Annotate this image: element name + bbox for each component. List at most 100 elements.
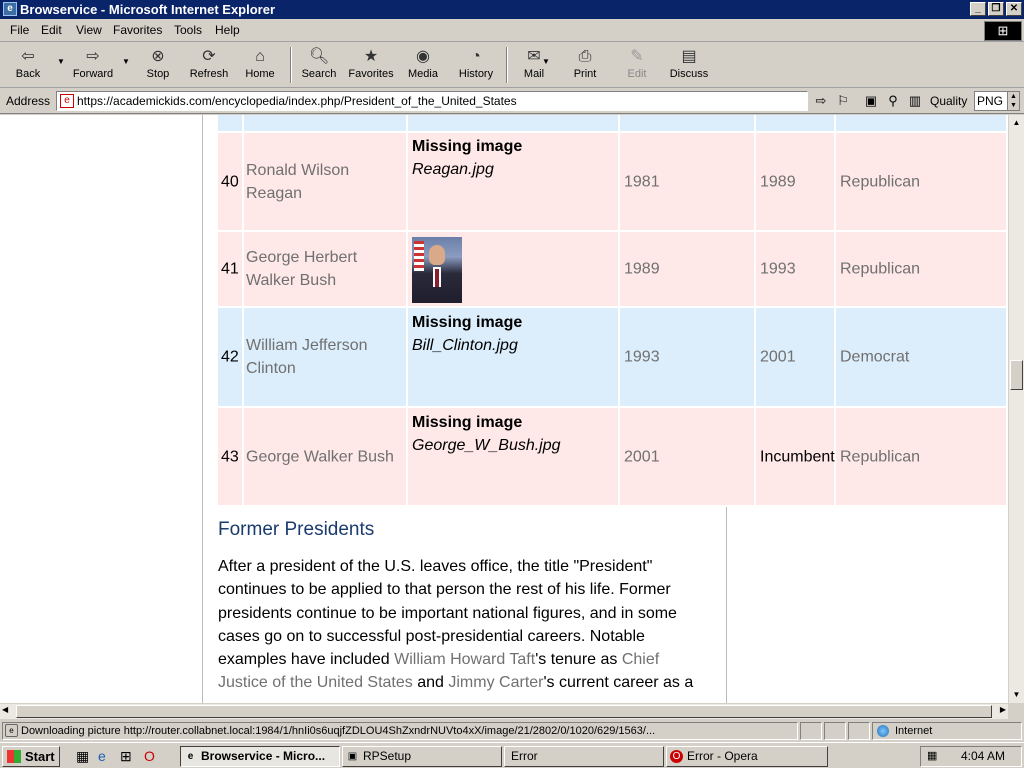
zone-label: Internet [895,725,933,737]
president-name-link[interactable]: George Herbert [246,246,357,269]
start-button[interactable]: Start [2,746,60,767]
section-heading: Former Presidents [218,519,375,540]
clipboard-icon[interactable]: ▥ [906,93,924,109]
president-name-link[interactable]: Clinton [246,357,368,380]
term-end-link[interactable]: 1989 [760,170,796,193]
quality-select[interactable]: PNG ▲ ▼ [974,91,1020,111]
president-name-link[interactable]: Reagan [246,182,349,205]
scroll-left-icon[interactable]: ◀ [2,705,8,714]
president-number: 43 [221,448,239,465]
home-icon: ⌂ [255,48,265,65]
stop-button[interactable]: ⊗ Stop [138,45,178,87]
president-name-link[interactable]: George Walker Bush [246,445,394,468]
status-pane [824,722,846,740]
term-end-link[interactable]: 2001 [760,346,796,369]
party-link[interactable]: Republican [840,258,920,281]
status-bar: e Downloading picture http://router.coll… [0,720,1024,742]
scroll-corner [1008,703,1024,719]
forward-dropdown-icon[interactable]: ▼ [122,57,130,66]
print-button[interactable]: ⎙ Print [566,45,604,87]
favorites-button[interactable]: ★ Favorites [346,45,396,87]
menu-view[interactable]: View [76,23,102,37]
taskbar-item-rpsetup[interactable]: ▣ RPSetup [342,746,502,767]
ie-app-icon: e [3,2,17,16]
party-link[interactable]: Republican [840,445,920,468]
setup-icon: ▣ [347,751,358,762]
term-start-link[interactable]: 1993 [624,346,660,369]
menu-tools[interactable]: Tools [174,23,202,37]
menu-favorites[interactable]: Favorites [113,23,162,37]
mail-button[interactable]: ✉ Mail [514,45,554,87]
taskbar-item-opera-error[interactable]: O Error - Opera [666,746,828,767]
download-icon: e [5,724,18,737]
mail-dropdown-icon[interactable]: ▼ [542,57,550,66]
president-name-link[interactable]: William Jefferson [246,334,368,357]
president-number: 42 [221,348,239,366]
quality-spinner-icon[interactable]: ▲ ▼ [1007,92,1019,110]
president-portrait-image[interactable] [412,237,462,303]
close-button[interactable]: ✕ [1006,2,1022,16]
system-tray: ▦ 4:04 AM [920,746,1022,767]
window-title: Browservice - Microsoft Internet Explore… [20,2,276,17]
taft-link[interactable]: William Howard Taft [394,651,535,668]
history-icon: ◔ [471,48,481,65]
scroll-up-icon[interactable]: ▲ [1009,115,1024,131]
missing-image-label: Missing image [412,314,523,331]
menu-file[interactable]: File [10,23,29,37]
page-icon: e [60,94,74,108]
quality-label: Quality [930,94,968,108]
carter-link[interactable]: Jimmy Carter [448,674,543,691]
vertical-scrollbar[interactable]: ▲ ▼ [1008,115,1024,703]
toolbar-separator [506,47,508,83]
back-button[interactable]: ⇦ Back [6,45,50,87]
missing-image-filename: Reagan.jpg [412,161,494,178]
page-viewport: 40 Ronald Wilson Reagan Missing image Reag… [0,115,1008,703]
search-button[interactable]: 🔍︎ Search [298,45,340,87]
party-link[interactable]: Democrat [840,346,909,369]
address-input[interactable]: e https://academickids.com/encyclopedia/… [56,91,808,111]
forward-button[interactable]: ⇨ Forward [68,45,118,87]
media-button[interactable]: ◉ Media [404,45,442,87]
show-desktop-icon[interactable]: ▦ [76,748,89,765]
favorites-folder-icon: ★ [363,48,379,65]
horizontal-scrollbar[interactable]: ◀ ▶ [0,703,1008,719]
scroll-down-icon[interactable]: ▼ [1009,687,1024,703]
restore-button[interactable]: ❐ [988,2,1004,16]
president-name-link[interactable]: Ronald Wilson [246,159,349,182]
content-divider [726,507,727,703]
section-paragraph: After a president of the U.S. leaves off… [218,558,694,692]
tray-app-icon[interactable]: ▦ [927,750,941,763]
menu-edit[interactable]: Edit [41,23,62,37]
taskbar-item-error[interactable]: Error [504,746,664,767]
back-dropdown-icon[interactable]: ▼ [57,57,65,66]
history-button[interactable]: ◔ History [454,45,498,87]
president-name-link[interactable]: Walker Bush [246,269,357,292]
refresh-button[interactable]: ⟳ Refresh [186,45,232,87]
bookmark-icon[interactable]: ⚐ [834,93,852,109]
home-button[interactable]: ⌂ Home [240,45,280,87]
network-icon[interactable]: ⊞ [120,748,132,765]
clock[interactable]: 4:04 AM [961,747,1005,766]
taskbar-item-browservice[interactable]: e Browservice - Micro... [180,746,340,767]
table-row [218,115,1006,131]
menu-help[interactable]: Help [215,23,240,37]
horizontal-scroll-thumb[interactable] [16,705,992,718]
ie-icon: e [187,751,194,762]
find-icon[interactable]: ⚲ [884,93,902,109]
scroll-right-icon[interactable]: ▶ [1000,705,1006,714]
term-start-link[interactable]: 1981 [624,170,660,193]
go-arrow-icon[interactable]: ⇨ [812,93,830,109]
discuss-button[interactable]: ▤ Discuss [668,45,710,87]
stop-icon: ⊗ [151,48,165,65]
party-link[interactable]: Republican [840,170,920,193]
ie-quicklaunch-icon[interactable]: e [98,748,106,764]
content-border [202,115,203,703]
edit-icon: ✎ [630,48,644,65]
minimize-button[interactable]: _ [970,2,986,16]
term-end-link[interactable]: 1993 [760,258,796,281]
vertical-scroll-thumb[interactable] [1010,360,1023,390]
opera-quicklaunch-icon[interactable]: O [144,748,155,764]
term-start-link[interactable]: 2001 [624,445,660,468]
zoom-fit-icon[interactable]: ▣ [862,93,880,109]
term-start-link[interactable]: 1989 [624,258,660,281]
